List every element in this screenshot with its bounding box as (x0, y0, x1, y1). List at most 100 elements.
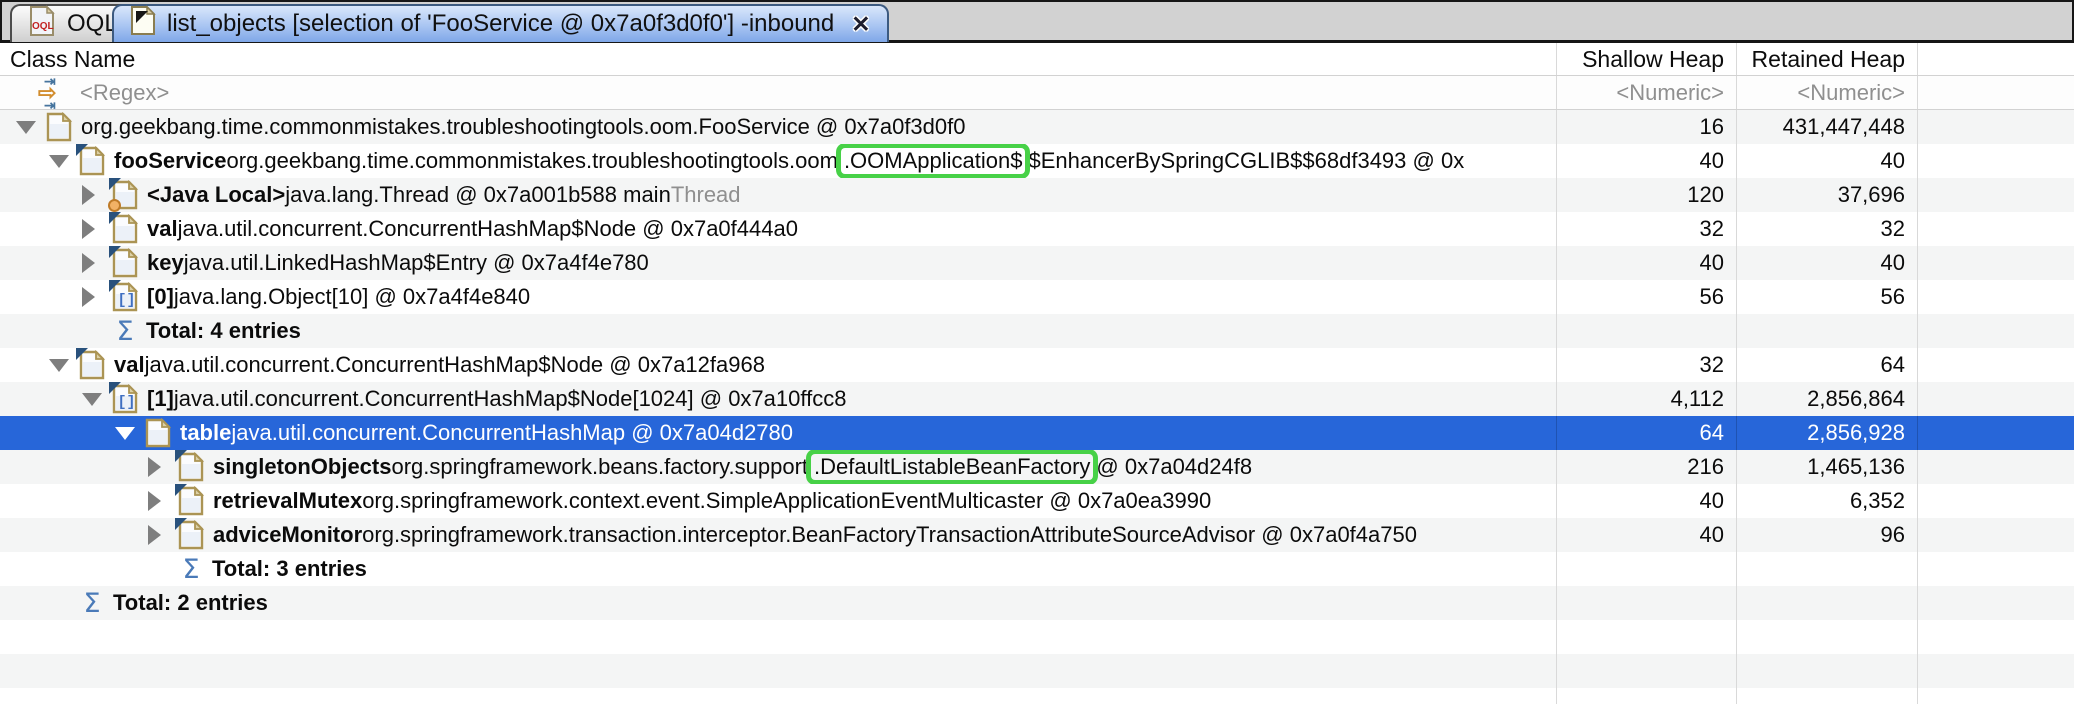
row-label-segment: key (147, 250, 184, 276)
tab-oql-label: OQL (67, 10, 118, 38)
tree-row[interactable]: <Java Local> java.lang.Thread @ 0x7a001b… (0, 178, 2074, 212)
tree-expand-icon[interactable] (82, 287, 112, 307)
row-spacer (1918, 144, 2074, 178)
tree-row[interactable]: [][1] java.util.concurrent.ConcurrentHas… (0, 382, 2074, 416)
object-icon (112, 248, 138, 278)
retained-heap-cell: 40 (1737, 246, 1918, 280)
row-label-segment: java.util.concurrent.ConcurrentHashMap$N… (145, 352, 765, 378)
shallow-heap-cell: 32 (1557, 348, 1737, 382)
empty-row (0, 688, 2074, 704)
retained-heap-cell: 40 (1737, 144, 1918, 178)
retained-heap-cell (1737, 654, 1918, 688)
tree-expand-icon[interactable] (49, 155, 79, 168)
shallow-heap-cell: 56 (1557, 280, 1737, 314)
inbound-decorator (109, 212, 121, 224)
retained-heap-cell (1737, 586, 1918, 620)
tree-row[interactable]: key java.util.LinkedHashMap$Entry @ 0x7a… (0, 246, 2074, 280)
tree-expand-icon[interactable] (16, 121, 46, 134)
tree-row[interactable]: [][0] java.lang.Object[10] @ 0x7a4f4e840… (0, 280, 2074, 314)
tree-expand-icon[interactable] (148, 525, 178, 545)
tree-row[interactable]: val java.util.concurrent.ConcurrentHashM… (0, 212, 2074, 246)
column-header-class-name[interactable]: Class Name (0, 43, 1557, 75)
class-name-cell (0, 620, 1557, 654)
tree-expand-icon[interactable] (82, 219, 112, 239)
column-header-retained-heap[interactable]: Retained Heap (1737, 43, 1918, 75)
retained-heap-filter-input[interactable]: <Numeric> (1797, 80, 1905, 106)
class-name-cell: ΣTotal: 3 entries (0, 552, 1557, 586)
row-label-segment: org.geekbang.time.commonmistakes.trouble… (227, 148, 838, 174)
tree-row[interactable]: ΣTotal: 4 entries (0, 314, 2074, 348)
inbound-decorator (76, 144, 88, 156)
sigma-icon: Σ (112, 318, 138, 345)
class-name-cell: retrievalMutex org.springframework.conte… (0, 484, 1557, 518)
shallow-heap-cell: 40 (1557, 246, 1737, 280)
class-name-cell: table java.util.concurrent.ConcurrentHas… (0, 416, 1557, 450)
sigma-icon: Σ (79, 590, 105, 617)
tree-row[interactable]: ΣTotal: 2 entries (0, 586, 2074, 620)
row-label-segment: [0] (147, 284, 174, 310)
inbound-decorator (76, 348, 88, 360)
retained-heap-cell: 37,696 (1737, 178, 1918, 212)
highlight-annotation: .OOMApplication$ (841, 148, 1026, 174)
shallow-heap-cell: 16 (1557, 110, 1737, 144)
row-label-segment: table (180, 420, 231, 446)
row-spacer (1918, 416, 2074, 450)
shallow-heap-cell (1557, 586, 1737, 620)
row-spacer (1918, 518, 2074, 552)
tab-list-objects-label: list_objects [selection of 'FooService @… (167, 10, 834, 38)
retained-heap-cell (1737, 620, 1918, 654)
class-name-cell: ΣTotal: 4 entries (0, 314, 1557, 348)
tree-expand-icon[interactable] (115, 427, 145, 440)
tree-row[interactable]: fooService org.geekbang.time.commonmista… (0, 144, 2074, 178)
row-label-segment: retrievalMutex (213, 488, 362, 514)
object-icon (46, 112, 72, 142)
retained-heap-cell: 32 (1737, 212, 1918, 246)
row-label-segment: <Java Local> (147, 182, 285, 208)
close-icon[interactable]: ✕ (851, 11, 870, 38)
tree-row[interactable]: val java.util.concurrent.ConcurrentHashM… (0, 348, 2074, 382)
row-spacer (1918, 586, 2074, 620)
row-label-segment: org.geekbang.time.commonmistakes.trouble… (81, 114, 965, 140)
tree-expand-icon[interactable] (49, 359, 79, 372)
tree-row[interactable]: org.geekbang.time.commonmistakes.trouble… (0, 110, 2074, 144)
shallow-heap-filter-input[interactable]: <Numeric> (1616, 80, 1724, 106)
object-icon (145, 418, 171, 448)
retained-heap-cell: 2,856,864 (1737, 382, 1918, 416)
column-header-shallow-heap[interactable]: Shallow Heap (1557, 43, 1737, 75)
row-label-segment: singletonObjects (213, 454, 391, 480)
shallow-heap-cell: 120 (1557, 178, 1737, 212)
tree-row[interactable]: adviceMonitor org.springframework.transa… (0, 518, 2074, 552)
class-name-cell: [][0] java.lang.Object[10] @ 0x7a4f4e840 (0, 280, 1557, 314)
tab-list-objects[interactable]: list_objects [selection of 'FooService @… (112, 4, 889, 42)
row-label-segment: java.lang.Object[10] @ 0x7a4f4e840 (174, 284, 530, 310)
row-spacer (1918, 348, 2074, 382)
row-label-segment: java.lang.Thread @ 0x7a001b588 main (285, 182, 671, 208)
tree-row[interactable]: ΣTotal: 3 entries (0, 552, 2074, 586)
retained-heap-cell (1737, 314, 1918, 348)
row-spacer (1918, 382, 2074, 416)
empty-row (0, 654, 2074, 688)
row-spacer (1918, 314, 2074, 348)
table-filter-row: ⇥⇨⇥ <Regex> <Numeric> <Numeric> (0, 76, 2074, 110)
row-label-segment: [1] (147, 386, 174, 412)
tree-row[interactable]: table java.util.concurrent.ConcurrentHas… (0, 416, 2074, 450)
row-spacer (1918, 484, 2074, 518)
class-name-cell: adviceMonitor org.springframework.transa… (0, 518, 1557, 552)
class-name-filter-input[interactable]: <Regex> (80, 80, 169, 106)
row-label-segment: java.util.concurrent.ConcurrentHashMap$N… (174, 386, 847, 412)
tree-row[interactable]: retrievalMutex org.springframework.conte… (0, 484, 2074, 518)
inbound-decorator (109, 382, 121, 394)
class-name-cell: <Java Local> java.lang.Thread @ 0x7a001b… (0, 178, 1557, 212)
tree-expand-icon[interactable] (148, 457, 178, 477)
tree-expand-icon[interactable] (82, 253, 112, 273)
retained-heap-cell: 6,352 (1737, 484, 1918, 518)
inbound-decorator (109, 280, 121, 292)
tree-row[interactable]: singletonObjects org.springframework.bea… (0, 450, 2074, 484)
row-spacer (1918, 212, 2074, 246)
tree-expand-icon[interactable] (148, 491, 178, 511)
row-label-segment: Total: 3 entries (212, 556, 367, 582)
tree-expand-icon[interactable] (82, 393, 112, 406)
shallow-heap-cell (1557, 688, 1737, 704)
shallow-heap-cell: 40 (1557, 518, 1737, 552)
row-label-segment: val (114, 352, 145, 378)
